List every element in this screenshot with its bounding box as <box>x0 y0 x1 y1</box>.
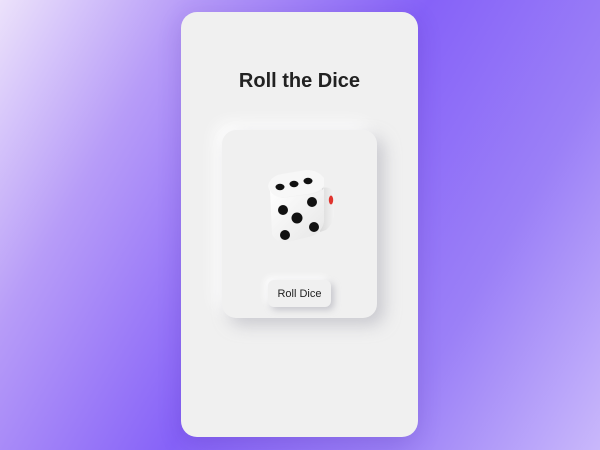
dice-pip <box>307 197 317 207</box>
page-title: Roll the Dice <box>238 70 361 92</box>
dice-icon <box>268 170 334 243</box>
dice-pip <box>291 212 303 224</box>
dice-pip <box>280 230 290 240</box>
dice-pip <box>289 180 299 188</box>
dice-pip <box>309 222 319 232</box>
app-container: Roll the Dice Roll Dice <box>181 12 418 437</box>
dice-pip <box>303 177 313 185</box>
dice-card: Roll Dice <box>222 130 377 318</box>
dice-side-pip <box>328 195 334 205</box>
dice-pip <box>278 205 288 215</box>
roll-dice-button[interactable]: Roll Dice <box>268 280 331 307</box>
dice-pip <box>275 183 285 191</box>
